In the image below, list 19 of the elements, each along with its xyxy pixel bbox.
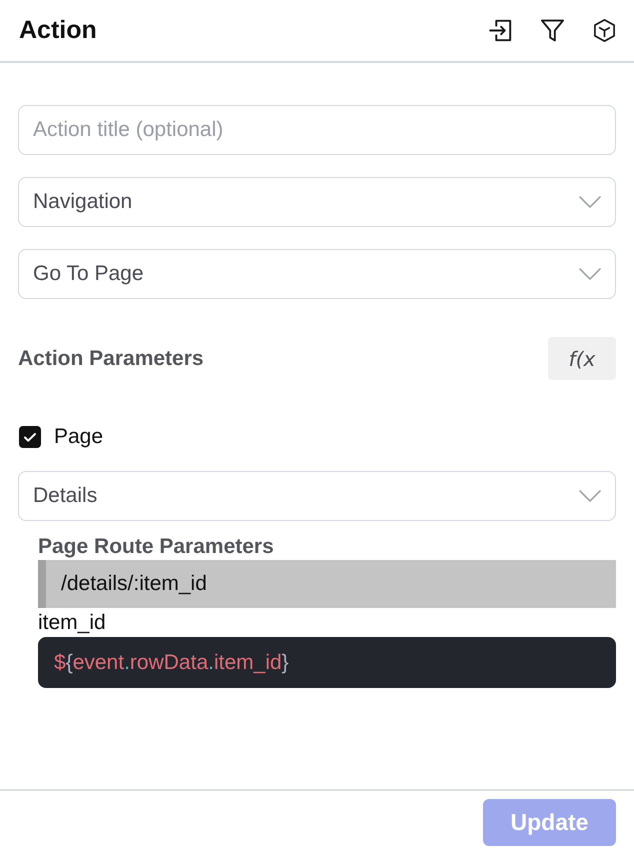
cube-icon[interactable] [593, 19, 616, 42]
route-path: /details/:item_id [38, 560, 616, 608]
select-field[interactable]: Navigation [18, 177, 616, 227]
function-button[interactable]: f(x [548, 337, 616, 380]
subsection-heading: Page Route Parameters [38, 534, 275, 560]
checkbox-label: Page [54, 425, 104, 449]
checkbox[interactable] [19, 426, 41, 448]
expression-field[interactable]: ${event.rowData.item_id} [38, 637, 616, 688]
section-heading: Action Parameters [18, 346, 204, 370]
select-field[interactable]: Details [18, 471, 616, 521]
title-input[interactable]: Action title (optional) [18, 105, 616, 155]
chevron-down-icon [579, 268, 601, 280]
filter-icon[interactable] [541, 19, 564, 42]
arrow-into-box-icon[interactable] [489, 19, 512, 42]
chevron-down-icon [579, 490, 601, 502]
parameter-label: item_id [38, 610, 106, 636]
select-field[interactable]: Go To Page [18, 249, 616, 299]
chevron-down-icon [579, 196, 601, 208]
panel-title: Action [19, 16, 98, 45]
